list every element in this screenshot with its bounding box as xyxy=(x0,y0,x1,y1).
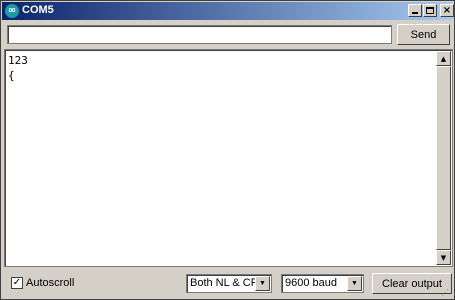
output-line: 123 xyxy=(8,54,28,67)
baud-rate-value: 9600 baud xyxy=(285,277,337,289)
minimize-icon xyxy=(412,12,418,14)
chevron-down-icon: ▼ xyxy=(259,280,266,287)
send-button-label: Send xyxy=(410,28,437,41)
clear-output-button[interactable]: Clear output xyxy=(372,273,452,294)
maximize-button[interactable] xyxy=(423,4,437,17)
serial-output-area[interactable]: 123 { ▲ ▼ xyxy=(4,49,453,267)
arduino-infinity-glyph: ∞ xyxy=(7,5,17,16)
checkmark-icon: ✓ xyxy=(12,277,22,288)
output-line: { xyxy=(8,69,15,82)
line-ending-select[interactable]: Both NL & CR ▼ xyxy=(186,274,272,293)
title-bar[interactable]: ∞ COM5 × xyxy=(2,2,454,20)
send-button[interactable]: Send xyxy=(397,24,450,45)
baud-rate-dropdown-button[interactable]: ▼ xyxy=(347,276,362,291)
arrow-up-icon: ▲ xyxy=(440,54,447,63)
chevron-down-icon: ▼ xyxy=(351,280,358,287)
autoscroll-checkbox[interactable]: ✓ xyxy=(11,277,23,289)
serial-input[interactable] xyxy=(7,25,392,44)
scroll-down-button[interactable]: ▼ xyxy=(436,250,451,265)
serial-monitor-window: ∞ COM5 × Send 123 { ▲ ▼ ✓ Autoscroll Bot… xyxy=(0,0,455,300)
window-title: COM5 xyxy=(22,4,54,16)
output-text: 123 { xyxy=(8,53,28,83)
scrollbar-thumb[interactable] xyxy=(436,66,451,250)
line-ending-value: Both NL & CR xyxy=(190,277,259,289)
line-ending-dropdown-button[interactable]: ▼ xyxy=(255,276,270,291)
maximize-icon xyxy=(426,7,434,14)
autoscroll-label[interactable]: Autoscroll xyxy=(26,277,74,289)
arrow-down-icon: ▼ xyxy=(440,253,447,262)
arduino-infinity-icon: ∞ xyxy=(5,4,19,18)
resize-grip-icon[interactable]: ⋰ xyxy=(441,288,453,299)
close-icon: × xyxy=(442,5,452,16)
clear-output-label: Clear output xyxy=(382,277,442,290)
scroll-up-button[interactable]: ▲ xyxy=(436,51,451,66)
baud-rate-select[interactable]: 9600 baud ▼ xyxy=(281,274,364,293)
close-button[interactable]: × xyxy=(440,4,454,17)
vertical-scrollbar[interactable]: ▲ ▼ xyxy=(436,51,451,265)
minimize-button[interactable] xyxy=(408,4,422,17)
